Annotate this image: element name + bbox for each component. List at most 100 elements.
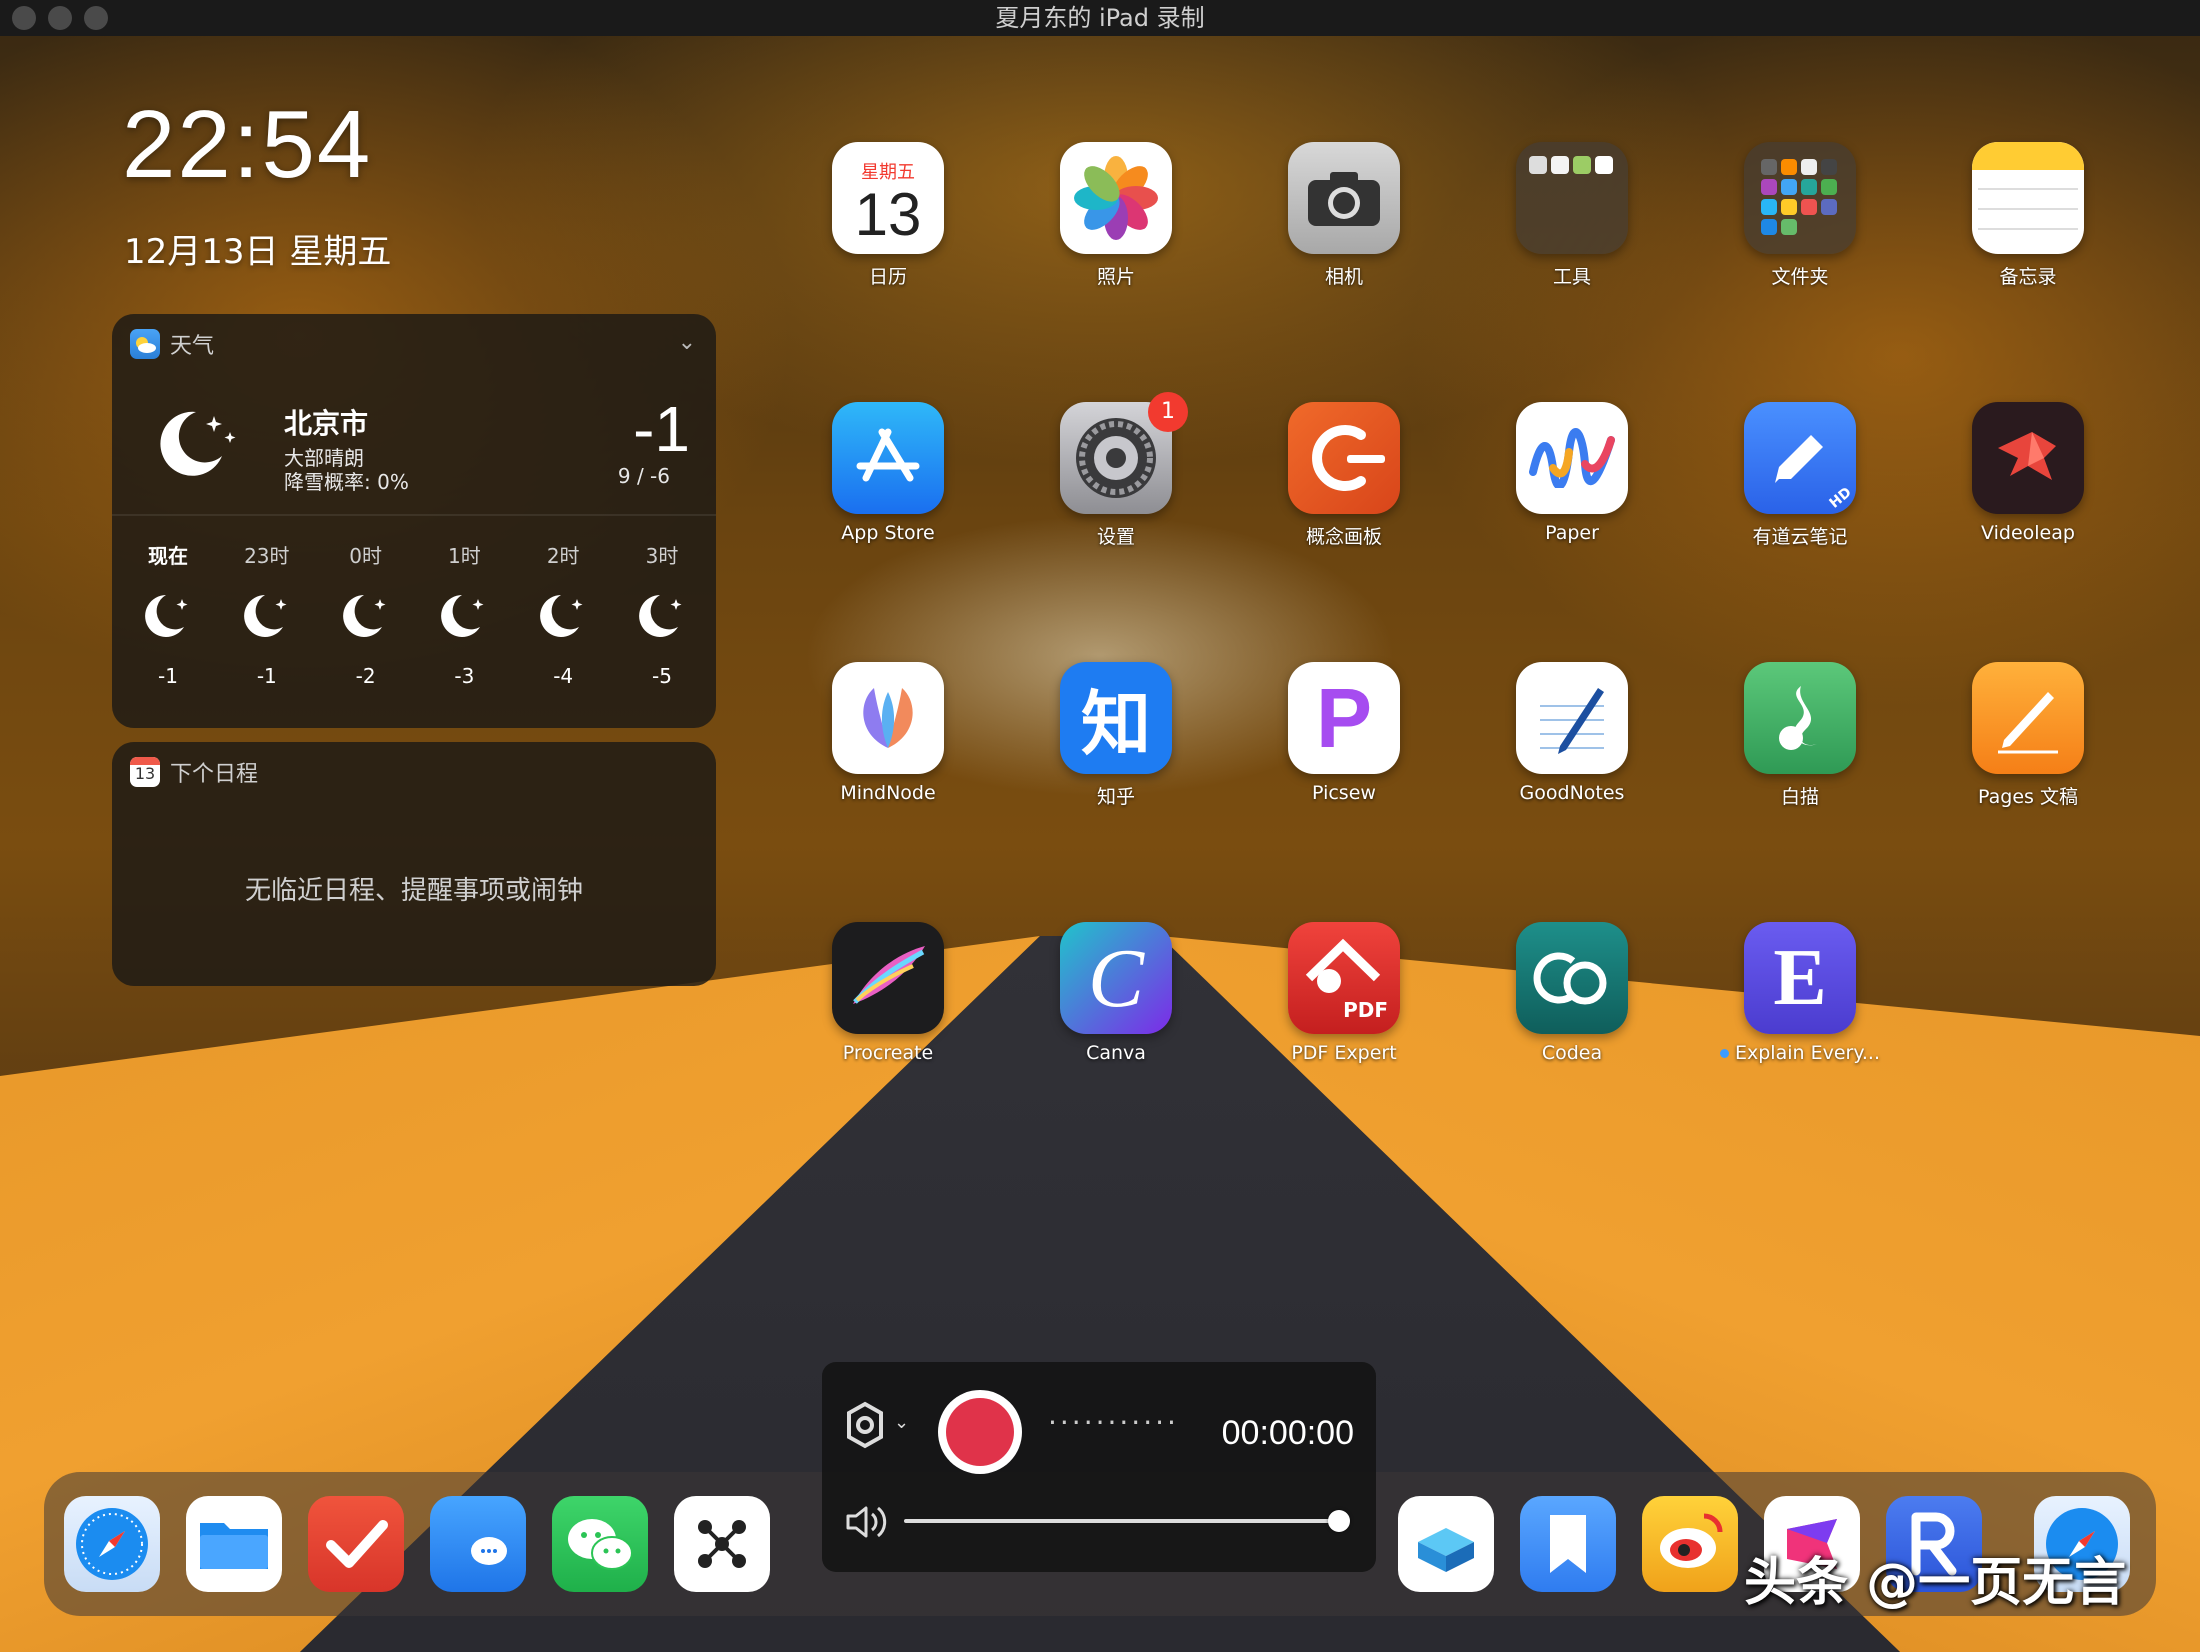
weather-current-temp: -1 [633, 393, 690, 465]
volume-slider-knob[interactable] [1328, 1510, 1350, 1532]
youdao-pen-icon: HD [1744, 402, 1856, 514]
zhihu-logo-text: 知 [1081, 682, 1151, 765]
app-notes[interactable]: 备忘录 [1928, 142, 2128, 289]
dock-bookmark-app[interactable] [1520, 1496, 1616, 1592]
app-label: 备忘录 [1999, 266, 2057, 288]
weather-widget[interactable]: 天气 ⌄ 北京市 大部晴朗 降雪概率: 0% -1 9 / -6 现在 -1 2… [112, 314, 716, 728]
minimize-window-button[interactable] [48, 6, 72, 30]
app-baimiao[interactable]: 白描 [1700, 662, 1900, 809]
explain-everything-icon: E [1744, 922, 1856, 1034]
app-canva[interactable]: C Canva [1016, 922, 1216, 1064]
calendar-mini-icon: 13 [130, 757, 160, 787]
settings-gear-icon[interactable] [840, 1400, 890, 1454]
wechat-bubbles-icon [568, 1519, 633, 1570]
app-label: GoodNotes [1519, 782, 1625, 804]
app-label: 工具 [1552, 266, 1591, 288]
app-procreate[interactable]: Procreate [788, 922, 988, 1064]
window-title: 夏月东的 iPad 录制 [995, 4, 1205, 32]
paper-squiggle-icon [1516, 402, 1628, 514]
weather-precip: 降雪概率: 0% [284, 470, 409, 494]
app-label: 有道云笔记 [1752, 526, 1848, 548]
app-label: 知乎 [1096, 786, 1135, 808]
hour-temp: -5 [652, 664, 672, 688]
app-paper[interactable]: Paper [1472, 402, 1672, 544]
hour-label: 1时 [448, 544, 481, 568]
hour-temp: -2 [355, 664, 376, 688]
procreate-brush-icon [832, 922, 944, 1034]
concepts-icon [1288, 402, 1400, 514]
calendar-icon-day: 13 [854, 181, 922, 248]
record-dot-icon [946, 1398, 1014, 1466]
app-calendar[interactable]: 星期五 13 日历 [788, 142, 988, 289]
moon-icon [424, 570, 504, 660]
dock-chat-app[interactable] [430, 1496, 526, 1592]
chevron-down-icon[interactable]: ⌄ [894, 1412, 909, 1433]
dock-mindmap-app[interactable] [674, 1496, 770, 1592]
chevron-down-icon[interactable]: ⌄ [678, 330, 696, 355]
hour-item: 3时 -5 [622, 540, 702, 688]
app-label: Picsew [1312, 782, 1376, 804]
app-pages[interactable]: Pages 文稿 [1928, 662, 2128, 809]
app-codea[interactable]: Codea [1472, 922, 1672, 1064]
app-picsew[interactable]: P Picsew [1244, 662, 1444, 804]
hour-temp: -4 [553, 664, 574, 688]
close-window-button[interactable] [12, 6, 36, 30]
zoom-window-button[interactable] [84, 6, 108, 30]
app-label: Pages 文稿 [1978, 786, 2078, 808]
app-settings[interactable]: 1 设置 [1016, 392, 1216, 549]
hour-temp: -1 [256, 664, 277, 688]
canva-logo-icon: C [1060, 922, 1172, 1034]
hour-label: 2时 [546, 544, 580, 568]
moon-icon [622, 570, 702, 660]
volume-slider-track[interactable] [904, 1519, 1336, 1523]
app-pdf-expert[interactable]: PDF PDF Expert [1244, 922, 1444, 1064]
app-zhihu[interactable]: 知 知乎 [1016, 662, 1216, 809]
app-folder-files[interactable]: 文件夹 [1700, 142, 1900, 289]
up-next-widget[interactable]: 13 下个日程 无临近日程、提醒事项或闹钟 [112, 742, 716, 986]
notification-badge: 1 [1148, 392, 1188, 432]
app-label: PDF Expert [1291, 1042, 1397, 1064]
folder-icon [1516, 142, 1628, 254]
notes-icon [1972, 142, 2084, 254]
safari-compass-icon [76, 1508, 148, 1580]
dock-weibo[interactable] [1642, 1496, 1738, 1592]
app-label: Videoleap [1981, 522, 2075, 544]
codea-logo-icon [1516, 922, 1628, 1034]
moon-icon [128, 570, 208, 660]
picsew-logo-icon: P [1288, 662, 1400, 774]
app-store-icon [832, 402, 944, 514]
clock-time: 22:54 [122, 91, 373, 198]
calendar-icon: 星期五 13 [832, 142, 944, 254]
record-button[interactable] [938, 1390, 1022, 1474]
calendar-mini-day: 13 [134, 764, 156, 783]
up-next-header: 13 下个日程 [130, 756, 258, 788]
hour-item: 1时 -3 [424, 540, 504, 688]
app-folder-tools[interactable]: 工具 [1472, 142, 1672, 289]
app-goodnotes[interactable]: GoodNotes [1472, 662, 1672, 804]
app-app-store[interactable]: App Store [788, 402, 988, 544]
app-youdao-note[interactable]: HD 有道云笔记 [1700, 402, 1900, 549]
app-photos[interactable]: 照片 [1016, 142, 1216, 289]
hour-label: 现在 [148, 544, 188, 568]
camera-icon [1288, 142, 1400, 254]
app-camera[interactable]: 相机 [1244, 142, 1444, 289]
hour-item: 23时 -1 [227, 540, 307, 688]
speaker-icon[interactable] [844, 1502, 890, 1546]
app-concepts[interactable]: 概念画板 [1244, 402, 1444, 549]
app-label: App Store [841, 522, 935, 544]
weather-divider [112, 514, 716, 516]
dock-safari[interactable] [64, 1496, 160, 1592]
files-folder-icon [200, 1523, 268, 1569]
dock-wechat[interactable] [552, 1496, 648, 1592]
dock-todoist[interactable] [308, 1496, 404, 1592]
dock-files[interactable] [186, 1496, 282, 1592]
app-mindnode[interactable]: MindNode [788, 662, 988, 804]
app-explain-everything[interactable]: E Explain Every... [1700, 922, 1900, 1064]
hour-temp: -3 [454, 664, 475, 688]
app-videoleap[interactable]: Videoleap [1928, 402, 2128, 544]
app-label: Codea [1541, 1042, 1603, 1064]
dock-cube-app[interactable] [1398, 1496, 1494, 1592]
window-titlebar: 夏月东的 iPad 录制 [0, 0, 2200, 36]
app-label: 白描 [1780, 786, 1819, 808]
videoleap-bird-icon [1972, 402, 2084, 514]
